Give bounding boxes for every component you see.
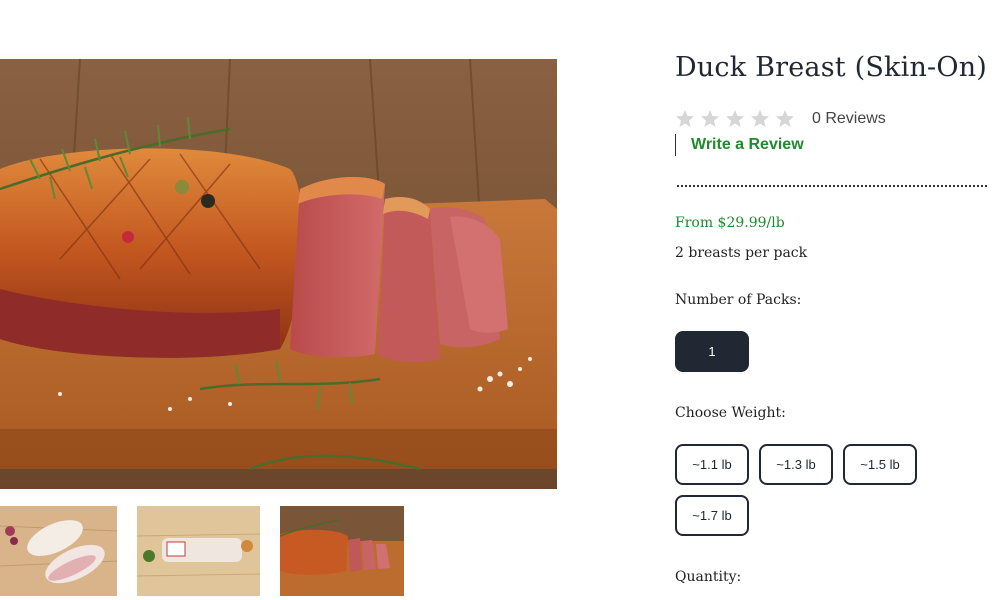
divider bbox=[677, 185, 987, 187]
product-page: Duck Breast (Skin-On) 0 Reviews Write a … bbox=[0, 0, 1000, 600]
thumbnail-sliced-duck[interactable] bbox=[280, 506, 404, 596]
star-icon bbox=[726, 110, 744, 127]
quantity-label: Quantity: bbox=[675, 569, 742, 585]
star-icon bbox=[776, 110, 794, 127]
price: From $29.99/lb bbox=[675, 215, 785, 231]
weight-option-1-3lb[interactable]: ~1.3 lb bbox=[759, 444, 833, 485]
write-review-link[interactable]: Write a Review bbox=[675, 134, 804, 156]
product-title: Duck Breast (Skin-On) bbox=[675, 52, 988, 83]
weight-option-1-7lb[interactable]: ~1.7 lb bbox=[675, 495, 749, 536]
weight-option-1-1lb[interactable]: ~1.1 lb bbox=[675, 444, 749, 485]
star-icon bbox=[676, 110, 694, 127]
rating-row: 0 Reviews bbox=[675, 108, 886, 130]
weight-label: Choose Weight: bbox=[675, 405, 786, 421]
pack-note: 2 breasts per pack bbox=[675, 245, 808, 261]
packs-label: Number of Packs: bbox=[675, 292, 802, 308]
star-icon bbox=[751, 110, 769, 127]
star-icon bbox=[701, 110, 719, 127]
weight-option-1-5lb[interactable]: ~1.5 lb bbox=[843, 444, 917, 485]
pack-option-1[interactable]: 1 bbox=[675, 331, 749, 372]
main-product-image bbox=[0, 59, 557, 489]
thumbnail-raw-duck[interactable] bbox=[0, 506, 117, 596]
thumbnail-packaged-duck[interactable] bbox=[137, 506, 260, 596]
review-count[interactable]: 0 Reviews bbox=[812, 110, 886, 128]
